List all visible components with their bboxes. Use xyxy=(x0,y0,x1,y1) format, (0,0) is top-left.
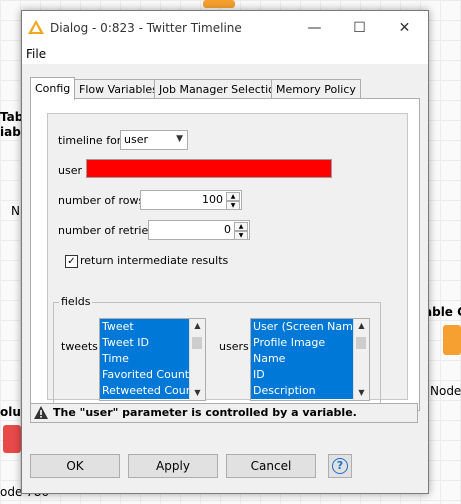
users-label: users xyxy=(219,340,249,353)
bg-node-label-4: able Cr xyxy=(424,305,461,319)
list-item[interactable]: Retweeted Count xyxy=(100,383,197,399)
scroll-down-icon[interactable]: ▼ xyxy=(190,386,205,400)
apply-button[interactable]: Apply xyxy=(128,454,218,478)
bg-node-label-3: N xyxy=(11,204,20,218)
list-item[interactable]: Favorited Count xyxy=(100,367,189,383)
list-item[interactable]: Name xyxy=(251,351,353,367)
spin-down-icon[interactable]: ▼ xyxy=(234,231,248,240)
tweets-list[interactable]: Tweet Tweet ID Time Favorited Count Retw… xyxy=(99,318,206,401)
list-item[interactable]: Tweet xyxy=(100,319,189,335)
users-scrollbar[interactable]: ▲ ▼ xyxy=(353,319,369,400)
user-field[interactable] xyxy=(86,159,332,178)
settings-group: timeline for user ▼ user number of rows … xyxy=(47,113,408,408)
rows-spin-buttons[interactable]: ▲ ▼ xyxy=(226,192,240,210)
intermediate-checkbox[interactable]: ✓ xyxy=(65,255,78,268)
cancel-button[interactable]: Cancel xyxy=(226,454,316,478)
table-node-icon[interactable] xyxy=(443,325,461,355)
bg-node-label-1: Tab xyxy=(0,110,24,124)
dialog-window: Dialog - 0:823 - Twitter Timeline — ☐ ✕ … xyxy=(21,10,429,494)
timeline-for-select[interactable]: user ▼ xyxy=(120,130,188,150)
scroll-thumb[interactable] xyxy=(356,337,366,349)
fields-group: fields tweets Tweet Tweet ID Time Favori… xyxy=(53,295,381,408)
tab-memory-policy[interactable]: Memory Policy xyxy=(271,79,361,99)
close-button[interactable]: ✕ xyxy=(382,11,427,44)
list-item[interactable]: Tweet ID xyxy=(100,335,189,351)
list-item[interactable]: Time xyxy=(100,351,189,367)
user-label: user xyxy=(58,164,82,177)
warning-icon xyxy=(34,406,48,419)
maximize-button[interactable]: ☐ xyxy=(337,11,382,44)
list-item[interactable]: ID xyxy=(251,367,353,383)
scroll-up-icon[interactable]: ▲ xyxy=(354,319,369,333)
minimize-button[interactable]: — xyxy=(292,11,337,44)
fields-legend: fields xyxy=(59,295,93,308)
retries-spinner[interactable]: 0 ▲ ▼ xyxy=(148,220,250,240)
bg-node-label-6: olu xyxy=(0,405,21,419)
menu-file[interactable]: File xyxy=(26,47,46,61)
tweets-items: Tweet Tweet ID Time Favorited Count Retw… xyxy=(100,319,197,399)
list-item[interactable]: Profile Image xyxy=(251,335,353,351)
help-icon: ? xyxy=(332,458,348,474)
node-icon-top xyxy=(203,0,235,8)
intermediate-label: return intermediate results xyxy=(80,254,229,267)
timeline-for-label: timeline for xyxy=(58,134,122,147)
list-item[interactable]: User (Screen Name) xyxy=(251,319,364,335)
tweets-label: tweets xyxy=(61,340,98,353)
warning-bar: The "user" parameter is controlled by a … xyxy=(30,403,418,423)
bg-node-label-5: Node xyxy=(430,384,461,398)
tab-config[interactable]: Config xyxy=(30,77,76,100)
tab-flow-variables[interactable]: Flow Variables xyxy=(74,79,163,99)
users-items: User (Screen Name) Profile Image Name ID… xyxy=(251,319,364,399)
spin-up-icon[interactable]: ▲ xyxy=(234,222,248,231)
scroll-up-icon[interactable]: ▲ xyxy=(190,319,205,333)
users-list[interactable]: User (Screen Name) Profile Image Name ID… xyxy=(250,318,370,401)
knime-warning-icon xyxy=(28,20,44,34)
window-title: Dialog - 0:823 - Twitter Timeline xyxy=(50,21,242,35)
warning-text: The "user" parameter is controlled by a … xyxy=(53,406,357,419)
config-panel: timeline for user ▼ user number of rows … xyxy=(30,98,420,411)
title-bar[interactable]: Dialog - 0:823 - Twitter Timeline — ☐ ✕ xyxy=(22,11,428,44)
menu-bar: File xyxy=(22,44,428,64)
ok-button[interactable]: OK xyxy=(30,454,120,478)
tweets-scrollbar[interactable]: ▲ ▼ xyxy=(189,319,205,400)
retries-label: number of retries xyxy=(58,224,154,237)
rows-label: number of rows xyxy=(58,194,145,207)
spin-down-icon[interactable]: ▼ xyxy=(226,201,240,210)
list-item[interactable]: Description xyxy=(251,383,353,399)
scroll-thumb[interactable] xyxy=(192,337,202,349)
tab-job-manager-selection[interactable]: Job Manager Selection xyxy=(154,79,287,99)
rows-value: 100 xyxy=(202,193,223,206)
help-button[interactable]: ? xyxy=(328,454,352,478)
red-node-icon[interactable] xyxy=(3,425,21,453)
rows-spinner[interactable]: 100 ▲ ▼ xyxy=(140,190,242,210)
timeline-for-value: user xyxy=(124,133,148,146)
retries-spin-buttons[interactable]: ▲ ▼ xyxy=(234,222,248,240)
retries-value: 0 xyxy=(224,223,231,236)
scroll-down-icon[interactable]: ▼ xyxy=(354,386,369,400)
spin-up-icon[interactable]: ▲ xyxy=(226,192,240,201)
chevron-down-icon: ▼ xyxy=(176,134,183,144)
